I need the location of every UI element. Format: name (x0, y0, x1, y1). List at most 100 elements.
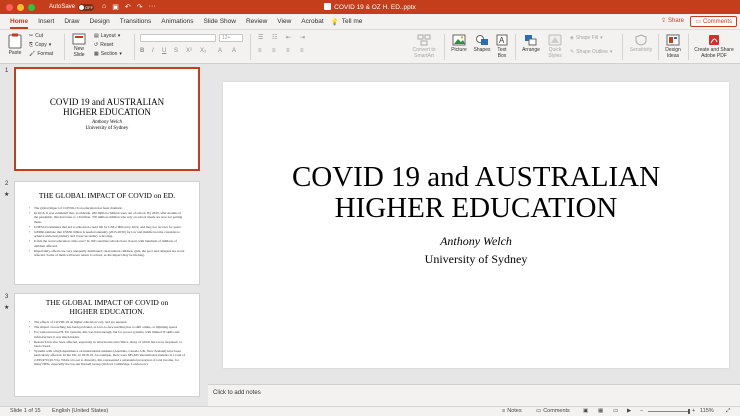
section-button[interactable]: ▦ Section ▾ (94, 51, 122, 57)
slide-title[interactable]: COVID 19 and AUSTRALIAN HIGHER EDUCATION (223, 162, 729, 224)
align-center-button[interactable]: ≡ (272, 48, 276, 54)
text-box-button[interactable]: A Text Box (494, 34, 510, 59)
subscript-button[interactable]: X₂ (200, 48, 206, 54)
tab-slide-show[interactable]: Slide Show (198, 14, 241, 30)
smartart-icon (417, 34, 431, 46)
tab-home[interactable]: Home (5, 14, 33, 30)
bold-button[interactable]: B (140, 48, 144, 54)
layout-icon: ▤ (94, 33, 99, 39)
language-indicator[interactable]: English (United States) (52, 408, 108, 414)
slide-thumbnail-2[interactable]: THE GLOBAL IMPACT OF COVID on ED. The gl… (14, 181, 200, 285)
copy-button[interactable]: ⎘ Copy ▾ (29, 42, 51, 48)
numbering-button[interactable]: ☷ (272, 34, 277, 41)
slide-canvas[interactable]: COVID 19 and AUSTRALIAN HIGHER EDUCATION… (223, 82, 729, 368)
ribbon-separator (134, 34, 135, 60)
zoom-slider-track[interactable] (648, 411, 690, 412)
thumbnail-number: 2 (5, 181, 9, 187)
font-family-field[interactable] (140, 34, 216, 42)
tab-insert[interactable]: Insert (33, 14, 59, 30)
autosave-state: OFF (85, 4, 94, 10)
comments-label: Comments (702, 18, 732, 25)
layout-button[interactable]: ▤ Layout ▾ (94, 33, 120, 39)
slideshow-icon[interactable]: ▶ (627, 408, 631, 414)
highlight-button[interactable]: A (232, 48, 236, 54)
font-color-button[interactable]: A (218, 48, 222, 54)
reading-view-icon[interactable]: ▭ (613, 408, 618, 414)
underline-button[interactable]: U (162, 48, 166, 54)
new-slide-button[interactable]: New Slide (68, 33, 90, 58)
thumbnails-scrollbar[interactable] (208, 64, 213, 406)
zoom-level[interactable]: 115% (700, 408, 714, 414)
decrease-indent-button[interactable]: ⇤ (286, 34, 291, 41)
thumbnail-institution: University of Sydney (85, 126, 129, 131)
comments-toggle[interactable]: ▭ Comments (536, 408, 570, 414)
tab-draw[interactable]: Draw (59, 14, 84, 30)
design-ideas-button[interactable]: Design Ideas (662, 34, 684, 59)
shape-fill-button[interactable]: ◈ Shape Fill ▾ (570, 35, 603, 41)
zoom-window-button[interactable] (28, 3, 35, 11)
superscript-button[interactable]: X² (186, 48, 192, 54)
tab-view[interactable]: View (272, 14, 296, 30)
font-size-field[interactable]: 12+ (219, 34, 243, 42)
create-share-adobe-pdf-button[interactable]: Create and Share Adobe PDF (690, 34, 738, 59)
more-icon[interactable]: ··· (149, 3, 156, 11)
slide-thumbnail-1[interactable]: COVID 19 and AUSTRALIAN HIGHER EDUCATION… (14, 67, 200, 171)
chevron-down-icon: ▾ (600, 35, 603, 41)
home-icon[interactable]: ⌂ (102, 3, 106, 11)
arrange-button[interactable]: Arrange (519, 34, 543, 53)
slide-institution[interactable]: University of Sydney (223, 252, 729, 267)
align-left-button[interactable]: ≡ (258, 48, 262, 54)
autosave-toggle[interactable]: OFF (78, 3, 95, 11)
tab-design[interactable]: Design (85, 14, 115, 30)
copy-icon: ⎘ (29, 42, 34, 48)
thumbnail-number: 1 (5, 68, 9, 74)
zoom-out-button[interactable]: − (640, 408, 643, 414)
tab-review[interactable]: Review (241, 14, 272, 30)
comments-button[interactable]: ▭ Comments (690, 16, 737, 27)
language-label: English (United States) (52, 408, 109, 414)
justify-button[interactable]: ≡ (300, 48, 304, 54)
strikethrough-button[interactable]: S (174, 48, 178, 54)
shape-outline-button[interactable]: ✎ Shape Outline ▾ (570, 49, 612, 55)
reset-button[interactable]: ↺ Reset (94, 42, 113, 48)
undo-icon[interactable]: ↶ (125, 3, 131, 11)
close-window-button[interactable] (6, 3, 13, 11)
tell-me-search[interactable]: 💡 Tell me (331, 18, 363, 26)
bullets-button[interactable]: ☰ (258, 34, 263, 41)
share-button[interactable]: ⇪ Share (661, 17, 684, 25)
chevron-down-icon: ▾ (117, 33, 121, 39)
paste-label: Paste (8, 50, 22, 56)
convert-to-smartart-button[interactable]: Convert to SmartArt (408, 34, 440, 59)
tab-animations[interactable]: Animations (156, 14, 198, 30)
italic-button[interactable]: I (152, 48, 154, 54)
picture-button[interactable]: Picture (448, 34, 470, 53)
paste-button[interactable]: Paste (5, 33, 25, 56)
redo-icon[interactable]: ↷ (137, 3, 143, 11)
zoom-in-button[interactable]: + (692, 408, 695, 414)
quick-styles-button[interactable]: Quick Styles (545, 34, 565, 59)
cut-button[interactable]: ✂ Cut (29, 33, 43, 39)
slide-thumbnail-3[interactable]: THE GLOBAL IMPACT OF COVID on HIGHER EDU… (14, 293, 200, 397)
increase-indent-button[interactable]: ⇥ (300, 34, 305, 41)
tab-acrobat[interactable]: Acrobat (296, 14, 328, 30)
slide-thumbnails-panel: 1 COVID 19 and AUSTRALIAN HIGHER EDUCATI… (0, 64, 208, 406)
normal-view-icon[interactable]: ▣ (583, 408, 588, 414)
slide-title-line-1: COVID 19 and AUSTRALIAN (291, 161, 661, 193)
pen-icon: ✎ (570, 49, 575, 55)
sensitivity-button[interactable]: Sensitivity (626, 34, 656, 53)
shapes-label: Shapes (473, 47, 491, 53)
minimize-window-button[interactable] (17, 3, 24, 11)
save-icon[interactable]: ▣ (112, 3, 119, 11)
align-right-button[interactable]: ≡ (286, 48, 290, 54)
chevron-down-icon: ▾ (48, 42, 52, 48)
fit-to-window-icon[interactable]: ⤢ (726, 408, 730, 415)
format-painter-button[interactable]: 🖌 Format (29, 51, 53, 57)
slide-sorter-icon[interactable]: ▦ (598, 408, 603, 414)
notes-toggle[interactable]: ≡ Notes (502, 408, 522, 414)
tab-transitions[interactable]: Transitions (115, 14, 157, 30)
notes-pane[interactable]: Click to add notes (208, 384, 740, 406)
slide-author[interactable]: Anthony Welch (223, 234, 729, 249)
zoom-slider-handle[interactable] (688, 409, 690, 414)
shapes-icon (476, 35, 488, 45)
shapes-button[interactable]: Shapes (471, 34, 493, 53)
